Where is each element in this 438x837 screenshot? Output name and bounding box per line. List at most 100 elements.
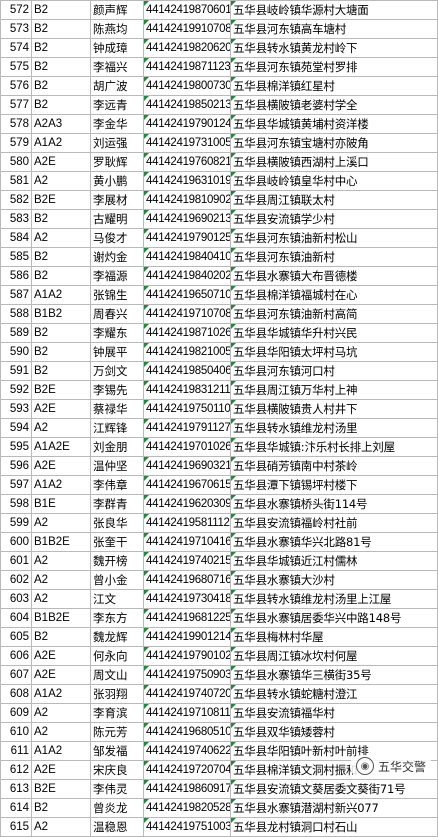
name-cell[interactable]: 江文 (90, 589, 144, 609)
id-number-cell[interactable]: 44142419720704 (143, 760, 231, 780)
id-number-cell[interactable]: 44142419710811 (143, 703, 231, 723)
row-number-cell[interactable]: 586 (0, 266, 32, 286)
name-cell[interactable]: 黄小鹏 (90, 171, 144, 191)
address-cell[interactable]: 五华县河东镇油新村高简 (230, 304, 438, 324)
license-class-cell[interactable]: A2 (31, 513, 91, 533)
row-number-cell[interactable]: 584 (0, 228, 32, 248)
id-number-cell[interactable]: 44142419831211 (143, 380, 231, 400)
address-cell[interactable]: 五华县水寨镇华三横街35号 (230, 665, 438, 685)
license-class-cell[interactable]: A2 (31, 817, 91, 837)
row-number-cell[interactable]: 580 (0, 152, 32, 172)
id-number-cell[interactable]: 44142419740622 (143, 741, 231, 761)
name-cell[interactable]: 罗耿辉 (90, 152, 144, 172)
row-number-cell[interactable]: 595 (0, 437, 32, 457)
row-number-cell[interactable]: 589 (0, 323, 32, 343)
license-class-cell[interactable]: A2E (31, 456, 91, 476)
address-cell[interactable]: 五华县转水镇维龙村汤里 (230, 418, 438, 438)
row-number-cell[interactable]: 601 (0, 551, 32, 571)
license-class-cell[interactable]: A1A2 (31, 133, 91, 153)
row-number-cell[interactable]: 611 (0, 741, 32, 761)
address-cell[interactable]: 五华县河东镇高车塘村 (230, 19, 438, 39)
row-number-cell[interactable]: 577 (0, 95, 32, 115)
name-cell[interactable]: 魏龙辉 (90, 627, 144, 647)
name-cell[interactable]: 曾小金 (90, 570, 144, 590)
name-cell[interactable]: 李金华 (90, 114, 144, 134)
row-number-cell[interactable]: 604 (0, 608, 32, 628)
row-number-cell[interactable]: 593 (0, 399, 32, 419)
license-class-cell[interactable]: B2 (31, 209, 91, 229)
name-cell[interactable]: 何永向 (90, 646, 144, 666)
id-number-cell[interactable]: 44142419840410 (143, 247, 231, 267)
address-cell[interactable]: 五华县岐岭镇华源村大塘面 (230, 0, 438, 20)
name-cell[interactable]: 胡广波 (90, 76, 144, 96)
address-cell[interactable]: 五华县双华镇矮蓉村 (230, 722, 438, 742)
name-cell[interactable]: 陈元芳 (90, 722, 144, 742)
row-number-cell[interactable]: 588 (0, 304, 32, 324)
id-number-cell[interactable]: 44142419791127 (143, 418, 231, 438)
address-cell[interactable]: 五华县河东镇油新村松山 (230, 228, 438, 248)
id-number-cell[interactable]: 44142419820528 (143, 798, 231, 818)
address-cell[interactable]: 五华县周江镇冰坎村何屋 (230, 646, 438, 666)
name-cell[interactable]: 李远青 (90, 95, 144, 115)
id-number-cell[interactable]: 44142419871123 (143, 57, 231, 77)
address-cell[interactable]: 五华县龙村镇洞口村石山 (230, 817, 438, 837)
address-cell[interactable]: 五华县硝芳镇南中村茶岭 (230, 456, 438, 476)
name-cell[interactable]: 李展材 (90, 190, 144, 210)
name-cell[interactable]: 李群青 (90, 494, 144, 514)
name-cell[interactable]: 张锦生 (90, 285, 144, 305)
license-class-cell[interactable]: A2E (31, 760, 91, 780)
row-number-cell[interactable]: 598 (0, 494, 32, 514)
name-cell[interactable]: 颜声辉 (90, 0, 144, 20)
row-number-cell[interactable]: 582 (0, 190, 32, 210)
license-class-cell[interactable]: B2 (31, 266, 91, 286)
address-cell[interactable]: 五华县安流镇福华村 (230, 703, 438, 723)
row-number-cell[interactable]: 597 (0, 475, 32, 495)
license-class-cell[interactable]: A2 (31, 551, 91, 571)
id-number-cell[interactable]: 44142419870601: (143, 0, 231, 20)
name-cell[interactable]: 邹发福 (90, 741, 144, 761)
license-class-cell[interactable]: B2E (31, 380, 91, 400)
row-number-cell[interactable]: 587 (0, 285, 32, 305)
license-class-cell[interactable]: B2E (31, 779, 91, 799)
license-class-cell[interactable]: A2E (31, 152, 91, 172)
license-class-cell[interactable]: A2 (31, 228, 91, 248)
name-cell[interactable]: 李福源 (90, 266, 144, 286)
name-cell[interactable]: 古耀明 (90, 209, 144, 229)
address-cell[interactable]: 五华县梅林村华屋 (230, 627, 438, 647)
id-number-cell[interactable]: 44142419910708 (143, 19, 231, 39)
address-cell[interactable]: 五华县潭下镇锡坪村楼下 (230, 475, 438, 495)
id-number-cell[interactable]: 44142419730418 (143, 589, 231, 609)
name-cell[interactable]: 李育滨 (90, 703, 144, 723)
license-class-cell[interactable]: B2E (31, 190, 91, 210)
license-class-cell[interactable]: A1A2 (31, 684, 91, 704)
row-number-cell[interactable]: 574 (0, 38, 32, 58)
name-cell[interactable]: 刘运强 (90, 133, 144, 153)
license-class-cell[interactable]: B2 (31, 19, 91, 39)
name-cell[interactable]: 张奎干 (90, 532, 144, 552)
license-class-cell[interactable]: B2 (31, 627, 91, 647)
address-cell[interactable]: 五华县河东镇苑堂村罗排 (230, 57, 438, 77)
id-number-cell[interactable]: 44142419751003 (143, 817, 231, 837)
license-class-cell[interactable]: B1E (31, 494, 91, 514)
id-number-cell[interactable]: 44142419850406 (143, 361, 231, 381)
name-cell[interactable]: 万剑文 (90, 361, 144, 381)
license-class-cell[interactable]: B2 (31, 361, 91, 381)
id-number-cell[interactable]: 44142419701026 (143, 437, 231, 457)
address-cell[interactable]: 五华县转水镇黄龙村岭下 (230, 38, 438, 58)
row-number-cell[interactable]: 605 (0, 627, 32, 647)
license-class-cell[interactable]: A1A2 (31, 285, 91, 305)
id-number-cell[interactable]: 44142419581112 (143, 513, 231, 533)
id-number-cell[interactable]: 44142419810902 (143, 190, 231, 210)
address-cell[interactable]: 五华县水寨镇居委华兴中路148号 (230, 608, 438, 628)
address-cell[interactable]: 五华县安流镇文葵居委文葵街71号 (230, 779, 438, 799)
row-number-cell[interactable]: 594 (0, 418, 32, 438)
address-cell[interactable]: 五华县转水镇蛇糖村澄江 (230, 684, 438, 704)
name-cell[interactable]: 宋庆良 (90, 760, 144, 780)
address-cell[interactable]: 五华县华城镇:汴乐村长排上刘屋 (230, 437, 438, 457)
name-cell[interactable]: 李东方 (90, 608, 144, 628)
row-number-cell[interactable]: 590 (0, 342, 32, 362)
address-cell[interactable]: 五华县棉洋镇红星村 (230, 76, 438, 96)
address-cell[interactable]: 五华县水寨镇桥头街114号 (230, 494, 438, 514)
license-class-cell[interactable]: B2 (31, 38, 91, 58)
address-cell[interactable]: 五华县河东镇油新村 (230, 247, 438, 267)
